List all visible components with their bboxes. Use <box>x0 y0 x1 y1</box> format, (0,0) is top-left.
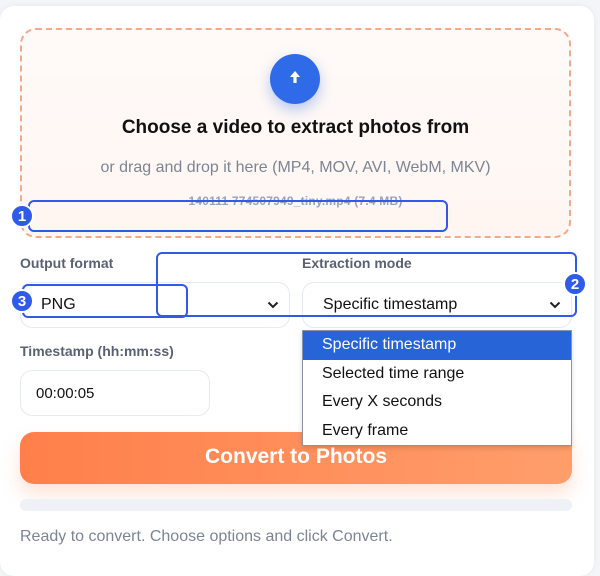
annotation-badge-2: 2 <box>563 272 587 296</box>
timestamp-value: 00:00:05 <box>36 384 95 402</box>
annotation-badge-1: 1 <box>10 204 34 228</box>
annotation-badge-3: 3 <box>10 289 34 313</box>
timestamp-input[interactable]: 00:00:05 <box>20 370 210 416</box>
upload-title: Choose a video to extract photos from <box>121 117 470 138</box>
status-text: Ready to convert. Choose options and cli… <box>20 528 393 545</box>
arrow-up-icon <box>288 69 302 90</box>
annotation-box-1 <box>28 200 448 232</box>
annotation-box-3 <box>22 284 188 318</box>
dropdown-option[interactable]: Specific timestamp <box>303 331 571 360</box>
dropdown-option[interactable]: Selected time range <box>303 360 571 389</box>
progress-bar <box>20 499 572 511</box>
annotation-box-2 <box>156 252 577 317</box>
dropdown-option[interactable]: Every X seconds <box>303 388 571 417</box>
extraction-mode-dropdown: Specific timestamp Selected time range E… <box>302 330 572 446</box>
timestamp-label: Timestamp (hh:mm:ss) <box>20 343 174 359</box>
upload-subtitle: or drag and drop it here (MP4, MOV, AVI,… <box>100 159 491 176</box>
dropdown-option[interactable]: Every frame <box>303 417 571 446</box>
output-format-label: Output format <box>20 255 114 271</box>
upload-button[interactable] <box>270 54 320 104</box>
